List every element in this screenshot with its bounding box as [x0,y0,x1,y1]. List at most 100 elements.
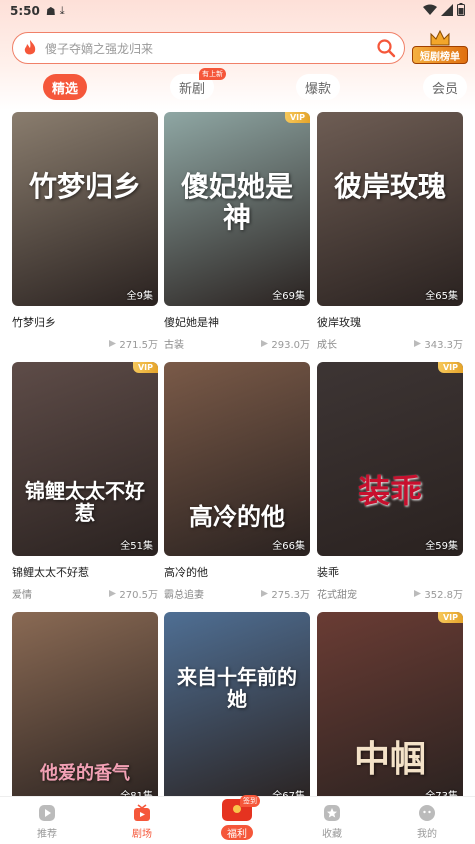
episode-count: 全59集 [425,541,458,552]
view-count-text: 352.8万 [424,590,463,601]
poster-title: 来自十年前的她 [177,665,297,711]
signal-icon [441,3,453,19]
drama-genre: 成长 [317,340,337,351]
tab-label: 新剧 [178,81,205,97]
ranking-label: 短剧榜单 [412,46,468,64]
tab-label: 爆款 [304,81,331,97]
new-badge: 有上新 [199,68,226,80]
status-time: 5:50 [10,4,40,18]
tab-label: 会员 [431,81,458,97]
view-count: 343.3万 [414,336,463,351]
poster[interactable]: 中帼 VIP 全73集 [317,612,463,796]
drama-genre: 爱情 [12,590,32,601]
poster-title: 中帼 [353,738,426,780]
poster-title: 他爱的香气 [40,763,130,784]
nav-welfare[interactable]: 签到 福利 [202,795,272,843]
nav-profile[interactable]: 我的 [392,803,462,843]
nav-theater[interactable]: 剧场 [107,803,177,843]
bottom-nav: 推荐 剧场 签到 福利 收藏 我的 [0,795,475,844]
poster[interactable]: 彼岸玫瑰 全65集 [317,112,463,306]
view-count-text: 271.5万 [119,340,158,351]
episode-count: 全51集 [120,541,153,552]
poster-title: 竹梦归乡 [28,170,141,203]
tab-new[interactable]: 新剧 有上新 [170,68,226,100]
view-count: 271.5万 [109,336,158,351]
play-count-icon [261,340,269,347]
nav-recommend[interactable]: 推荐 [12,803,82,843]
view-count: 270.5万 [109,586,158,601]
poster-title: 傻妃她是神 [180,170,293,234]
view-count: 352.8万 [414,586,463,601]
tab-vip[interactable]: 会员 [423,74,467,100]
search-icon[interactable] [376,38,396,58]
battery-icon [457,3,465,19]
drama-title[interactable]: 装乖 [317,564,339,580]
search-bar[interactable]: 傻子夺嫡之强龙归来 [12,32,405,64]
play-count-icon [261,590,269,597]
view-count-text: 275.3万 [271,590,310,601]
poster[interactable]: 竹梦归乡 全9集 [12,112,158,306]
status-bar: 5:50 ☗ ⤓ [0,0,475,22]
tv-icon [134,804,150,821]
drama-grid: 竹梦归乡 全9集 竹梦归乡 271.5万 傻妃她是神 VIP 全69集 傻妃她是… [0,104,475,796]
poster-title: 锦鲤太太不好惹 [25,479,145,525]
vip-badge: VIP [284,112,310,123]
search-placeholder[interactable]: 傻子夺嫡之强龙归来 [45,40,376,57]
poster[interactable]: 锦鲤太太不好惹 VIP 全51集 [12,362,158,556]
poster[interactable]: 来自十年前的她 全67集 [164,612,310,796]
episode-count: 全66集 [272,541,305,552]
play-count-icon [109,340,117,347]
nav-label: 收藏 [322,829,342,840]
poster[interactable]: 装乖 VIP 全59集 [317,362,463,556]
episode-count: 全9集 [126,291,153,302]
drama-genre: 花式甜宠 [317,590,357,601]
vip-badge: VIP [437,362,463,373]
ranking-button[interactable]: 短剧榜单 [412,30,468,66]
view-count-text: 270.5万 [119,590,158,601]
tab-featured[interactable]: 精选 [43,74,87,100]
view-count: 293.0万 [261,336,310,351]
drama-genre: 古装 [164,340,184,351]
vip-badge: VIP [437,612,463,623]
episode-count: 全65集 [425,291,458,302]
star-icon [324,805,340,821]
notification-icon: ☗ [45,4,56,18]
view-count-text: 343.3万 [424,340,463,351]
wifi-icon [423,4,437,19]
drama-title[interactable]: 锦鲤太太不好惹 [12,564,89,580]
nav-label: 福利 [221,825,253,840]
nav-label: 我的 [417,829,437,840]
play-circle-icon [39,805,55,821]
fire-icon [24,40,36,55]
poster-title: 彼岸玫瑰 [333,170,446,203]
episode-count: 全69集 [272,291,305,302]
poster-title: 高冷的他 [189,502,285,531]
drama-title[interactable]: 高冷的他 [164,564,208,580]
poster[interactable]: 他爱的香气 全81集 [12,612,158,796]
episode-count: 全67集 [272,787,305,796]
view-count: 275.3万 [261,586,310,601]
drama-title[interactable]: 彼岸玫瑰 [317,314,361,330]
tab-hot[interactable]: 爆款 [296,74,340,100]
tab-label: 精选 [51,81,78,97]
view-count-text: 293.0万 [271,340,310,351]
play-count-icon [414,590,422,597]
checkin-badge: 签到 [240,795,260,807]
vip-badge: VIP [132,362,158,373]
profile-icon [419,805,435,821]
drama-title[interactable]: 傻妃她是神 [164,314,219,330]
episode-count: 全81集 [120,787,153,796]
download-icon: ⤓ [59,4,65,17]
episode-count: 全73集 [425,787,458,796]
category-tabs: 精选 新剧 有上新 爆款 会员 [0,68,475,100]
nav-favorites[interactable]: 收藏 [297,803,367,843]
poster[interactable]: 傻妃她是神 VIP 全69集 [164,112,310,306]
poster[interactable]: 高冷的他 全66集 [164,362,310,556]
play-count-icon [109,590,117,597]
drama-title[interactable]: 竹梦归乡 [12,314,56,330]
drama-genre: 霸总追妻 [164,590,204,601]
crown-icon [430,30,450,46]
nav-label: 剧场 [132,829,152,840]
play-count-icon [414,340,422,347]
nav-label: 推荐 [37,829,57,840]
